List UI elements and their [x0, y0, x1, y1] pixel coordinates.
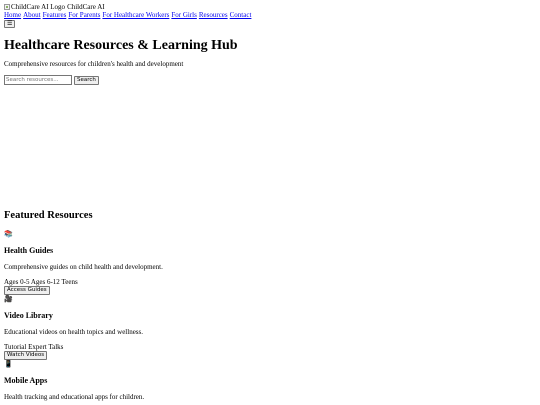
resource-card-video-library: 🎥 Video Library Educational videos on he… — [4, 295, 536, 361]
tag-teens: Teens — [61, 278, 78, 287]
card-tags: Tutorial Expert Talks — [4, 343, 536, 351]
page-title: Healthcare Resources & Learning Hub — [4, 38, 238, 53]
tag-ages-0-5: Ages 0-5 — [4, 278, 30, 287]
card-title: Video Library — [4, 311, 53, 321]
site-header: ChildCare AI Logo ChildCare AI Home Abou… — [4, 3, 536, 28]
page: ChildCare AI Logo ChildCare AI Home Abou… — [0, 0, 540, 401]
nav-link-for-girls[interactable]: For Girls — [171, 11, 196, 19]
main-nav: Home About Features For Parents For Heal… — [4, 11, 536, 19]
nav-link-for-healthcare-workers[interactable]: For Healthcare Workers — [102, 11, 169, 19]
mobile-phone-icon: 📱 — [4, 360, 13, 369]
tag-expert-talks: Expert Talks — [28, 343, 64, 352]
nav-link-home[interactable]: Home — [4, 11, 21, 19]
tag-tutorial: Tutorial — [4, 343, 27, 352]
card-tags: Ages 0-5Ages 6-12 Teens — [4, 278, 536, 286]
empty-spacer — [4, 85, 536, 209]
menu-toggle-button[interactable]: ☰ — [4, 20, 16, 28]
brand[interactable]: ChildCare AI Logo ChildCare AI — [4, 3, 536, 11]
logo-alt-text: ChildCare AI Logo — [11, 2, 66, 11]
section-heading: Featured Resources — [4, 210, 93, 222]
search-button[interactable]: Search — [74, 75, 99, 85]
tag-ages-6-12: Ages 6-12 — [30, 278, 60, 287]
nav-link-about[interactable]: About — [23, 11, 41, 19]
books-icon: 📚 — [4, 230, 13, 239]
video-camera-icon: 🎥 — [4, 295, 13, 304]
watch-videos-button[interactable]: Watch Videos — [4, 351, 48, 361]
card-description: Comprehensive guides on child health and… — [4, 263, 163, 272]
brand-name: ChildCare AI — [67, 2, 105, 11]
nav-link-for-parents[interactable]: For Parents — [68, 11, 100, 19]
search-bar: Search — [4, 75, 536, 86]
nav-link-resources[interactable]: Resources — [199, 11, 228, 19]
hero-section: Healthcare Resources & Learning Hub Comp… — [4, 37, 536, 86]
search-input[interactable] — [4, 75, 72, 86]
resource-card-mobile-apps: 📱 Mobile Apps Health tracking and educat… — [4, 360, 536, 401]
card-title: Mobile Apps — [4, 376, 48, 386]
card-description: Health tracking and educational apps for… — [4, 393, 145, 402]
nav-link-features[interactable]: Features — [43, 11, 67, 19]
card-description: Educational videos on health topics and … — [4, 328, 143, 337]
nav-link-contact[interactable]: Contact — [230, 11, 252, 19]
access-guides-button[interactable]: Access Guides — [4, 286, 50, 296]
page-subtitle: Comprehensive resources for children's h… — [4, 60, 184, 68]
resource-card-health-guides: 📚 Health Guides Comprehensive guides on … — [4, 230, 536, 296]
featured-resources-section: Featured Resources 📚 Health Guides Compr… — [4, 209, 536, 401]
broken-image-icon — [4, 4, 10, 10]
hamburger-icon: ☰ — [7, 20, 13, 27]
logo: ChildCare AI Logo — [4, 3, 65, 11]
card-title: Health Guides — [4, 246, 54, 256]
